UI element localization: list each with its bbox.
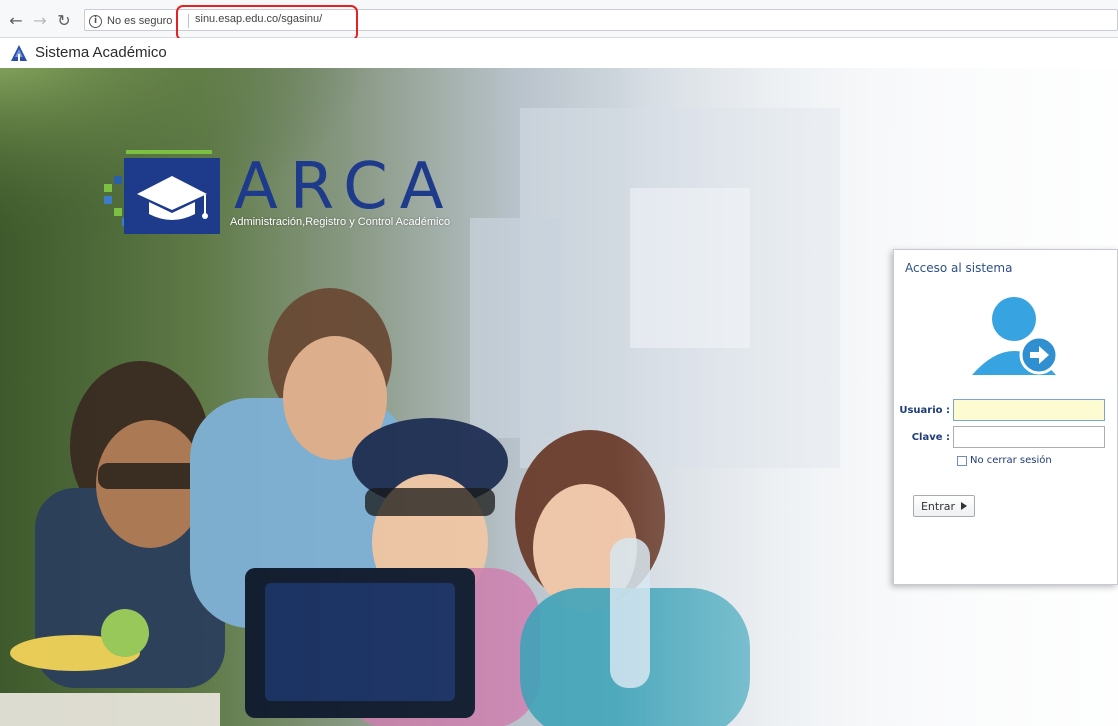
arca-brand-name: ARCA xyxy=(234,150,456,224)
password-label: Clave : xyxy=(911,432,950,443)
app-header: Sistema Académico xyxy=(0,38,1118,68)
site-security-indicator[interactable]: i No es seguro xyxy=(89,12,172,30)
login-panel: Acceso al sistema Usuario : Clave : No c… xyxy=(893,249,1118,585)
keep-session-option[interactable]: No cerrar sesión xyxy=(957,455,1052,466)
username-label: Usuario : xyxy=(899,405,950,416)
keep-session-label: No cerrar sesión xyxy=(970,455,1052,466)
info-icon: i xyxy=(89,14,102,28)
forward-arrow-icon[interactable]: → xyxy=(30,10,50,30)
browser-toolbar: ← → ↻ i No es seguro sinu.esap.edu.co/sg… xyxy=(0,0,1118,41)
password-input[interactable] xyxy=(953,426,1105,448)
arca-logo: ARCA Administración,Registro y Control A… xyxy=(104,150,504,240)
username-input[interactable] xyxy=(953,399,1105,421)
login-submit-button[interactable]: Entrar xyxy=(913,495,975,517)
url-highlight-annotation xyxy=(176,5,358,41)
triangle-logo-icon xyxy=(11,45,27,61)
login-title: Acceso al sistema xyxy=(905,261,1013,275)
reload-icon[interactable]: ↻ xyxy=(54,10,74,30)
login-submit-label: Entrar xyxy=(920,499,956,513)
play-arrow-icon xyxy=(961,502,968,510)
arca-subtitle: Administración,Registro y Control Académ… xyxy=(230,216,451,228)
keep-session-checkbox[interactable] xyxy=(957,455,967,466)
app-title: Sistema Académico xyxy=(35,44,167,61)
security-label: No es seguro xyxy=(107,15,173,27)
user-login-icon xyxy=(972,297,1059,375)
graduation-cap-logo-icon xyxy=(104,150,220,234)
back-arrow-icon[interactable]: ← xyxy=(6,10,26,30)
